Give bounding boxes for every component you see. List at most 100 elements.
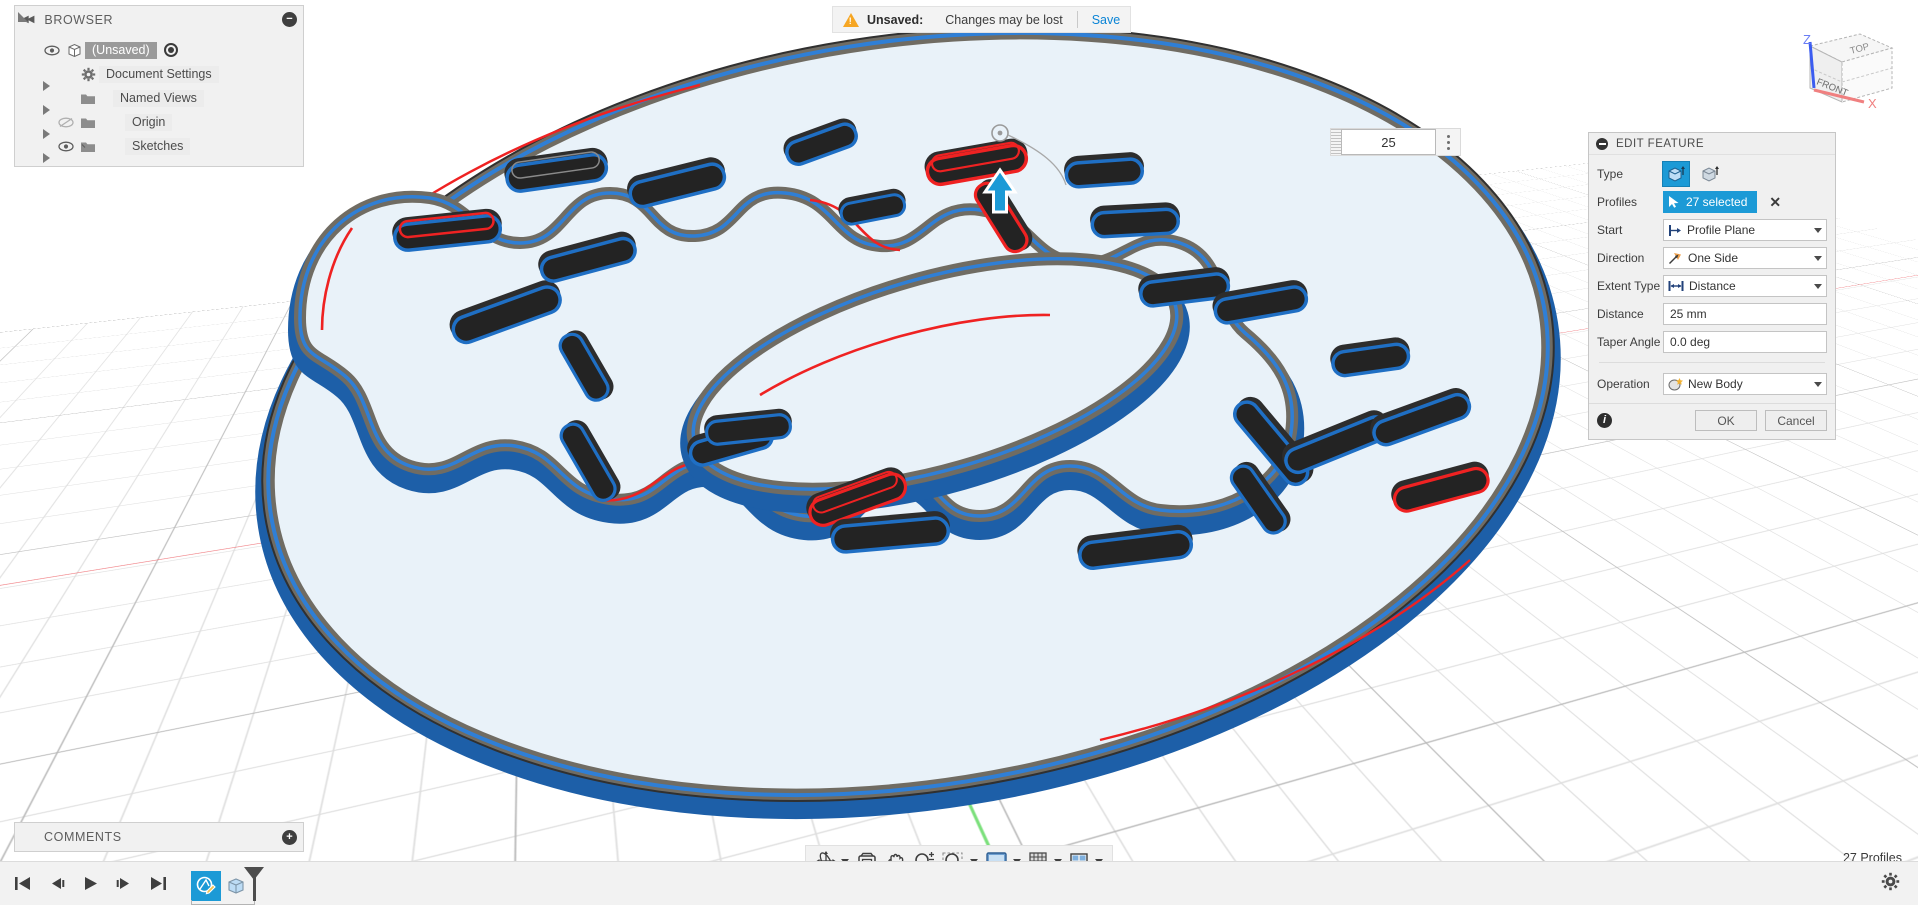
distance-value: 25 mm — [1670, 307, 1707, 321]
step-back-button[interactable] — [48, 876, 65, 891]
distance-manipulator-input-group[interactable] — [1330, 128, 1461, 156]
profiles-label: Profiles — [1597, 195, 1638, 209]
tree-item-unsaved[interactable]: (Unsaved) — [15, 38, 303, 62]
row-direction: Direction One Side — [1597, 245, 1827, 271]
activate-radio[interactable] — [163, 43, 178, 57]
tree-item-sketches[interactable]: Sketches — [29, 134, 303, 163]
gear-icon — [1881, 872, 1900, 890]
start-dropdown[interactable]: Profile Plane — [1663, 219, 1827, 241]
row-type: Type — [1597, 161, 1827, 187]
tree-label: Document Settings — [99, 65, 219, 83]
go-to-beginning-button[interactable] — [14, 876, 31, 891]
distance-value-input[interactable] — [1341, 129, 1436, 155]
chevron-down-icon[interactable] — [1814, 283, 1822, 289]
visibility-eye-hidden-icon[interactable] — [55, 113, 77, 131]
profiles-selection-button[interactable]: 27 selected — [1663, 191, 1758, 213]
row-taper-angle: Taper Angle 0.0 deg — [1597, 329, 1827, 355]
ok-button[interactable]: OK — [1695, 410, 1757, 431]
fusion-app-window: TOP FRONT Z X ◀◀ BROWSER − (Unsaved) Doc… — [0, 0, 1918, 905]
chevron-down-icon[interactable] — [1814, 227, 1822, 233]
edit-feature-body: Type Profiles 27 selected ✕ Start Profil… — [1589, 155, 1835, 403]
taper-angle-value: 0.0 deg — [1670, 335, 1711, 349]
skip-back-icon — [15, 877, 30, 890]
extrude-surface-icon[interactable] — [1697, 162, 1723, 186]
row-distance: Distance 25 mm — [1597, 301, 1827, 327]
taper-angle-input[interactable]: 0.0 deg — [1663, 331, 1827, 353]
play-button[interactable] — [82, 876, 99, 891]
distance-input[interactable]: 25 mm — [1663, 303, 1827, 325]
info-icon[interactable]: i — [1597, 413, 1612, 428]
skip-forward-icon — [151, 877, 166, 890]
direction-dropdown[interactable]: One Side — [1663, 247, 1827, 269]
tree-label: Origin — [125, 113, 173, 131]
visibility-eye-icon[interactable] — [41, 41, 63, 59]
row-extent-type: Extent Type Distance — [1597, 273, 1827, 299]
edit-feature-title: EDIT FEATURE — [1616, 137, 1704, 150]
unsaved-label: Unsaved: — [867, 12, 924, 27]
operation-value: New Body — [1688, 377, 1743, 391]
tree-item-origin[interactable]: Origin — [29, 110, 303, 139]
comments-title: COMMENTS — [44, 830, 122, 844]
unsaved-message: Changes may be lost — [945, 12, 1063, 27]
vertical-dots-icon[interactable] — [1436, 129, 1460, 155]
folder-icon — [77, 113, 99, 131]
profile-plane-icon — [1669, 224, 1681, 236]
tree-label: (Unsaved) — [85, 41, 157, 59]
slot-profile[interactable] — [1063, 151, 1145, 189]
edit-feature-header: EDIT FEATURE — [1589, 133, 1835, 155]
taper-angle-label: Taper Angle — [1597, 335, 1661, 349]
plus-circle-icon[interactable]: + — [282, 829, 297, 845]
slot-profile[interactable] — [1089, 202, 1180, 239]
drag-grip-icon[interactable] — [1331, 129, 1341, 155]
browser-tree: (Unsaved) Document Settings Named Views — [15, 33, 303, 166]
browser-panel: ◀◀ BROWSER − (Unsaved) Document Settings… — [14, 5, 304, 167]
chevron-down-icon[interactable] — [1814, 255, 1822, 261]
start-label: Start — [1597, 223, 1623, 237]
visibility-eye-icon[interactable] — [55, 137, 77, 155]
x-axis-label: X — [1868, 96, 1877, 111]
tree-item-document-settings[interactable]: Document Settings — [29, 62, 303, 91]
arrow-cursor-icon — [1669, 196, 1679, 208]
edit-feature-dialog: EDIT FEATURE Type Profiles 27 selected ✕… — [1588, 132, 1836, 440]
x-close-icon[interactable]: ✕ — [1769, 194, 1781, 211]
extent-type-label: Extent Type — [1597, 279, 1661, 293]
minus-circle-icon[interactable] — [1596, 137, 1608, 150]
row-start: Start Profile Plane — [1597, 217, 1827, 243]
timeline-controls — [14, 876, 167, 891]
browser-title: BROWSER — [44, 12, 114, 27]
timeline-group-underline — [191, 899, 255, 905]
operation-dropdown[interactable]: New Body — [1663, 373, 1827, 395]
body-cube-icon — [63, 41, 85, 59]
play-icon — [85, 877, 97, 890]
folder-sketch-icon — [77, 137, 99, 155]
direction-value: One Side — [1688, 251, 1739, 265]
z-axis-label: Z — [1803, 32, 1811, 47]
chevron-down-icon[interactable] — [1814, 381, 1822, 387]
sketch-icon — [196, 876, 216, 894]
divider — [1076, 11, 1078, 28]
step-forward-icon — [116, 878, 129, 889]
extent-type-dropdown[interactable]: Distance — [1663, 275, 1827, 297]
divider — [1599, 362, 1825, 363]
settings-gear-button[interactable] — [1881, 872, 1900, 896]
save-button[interactable]: Save — [1092, 13, 1121, 27]
view-cube[interactable]: TOP FRONT Z X — [1772, 16, 1904, 136]
comments-panel: COMMENTS + — [14, 822, 304, 852]
timeline-sketch-feature[interactable] — [191, 870, 221, 901]
tree-item-named-views[interactable]: Named Views — [29, 86, 303, 115]
direction-label: Direction — [1597, 251, 1645, 265]
go-to-end-button[interactable] — [150, 876, 167, 891]
new-body-icon — [1668, 378, 1683, 391]
tree-label: Sketches — [125, 137, 191, 155]
minus-circle-icon[interactable]: − — [282, 12, 297, 27]
tree-label: Named Views — [113, 89, 204, 107]
cancel-button[interactable]: Cancel — [1765, 410, 1827, 431]
timeline-features — [191, 866, 264, 905]
extrude-profile-icon[interactable] — [1662, 161, 1690, 187]
row-operation: Operation New Body — [1597, 371, 1827, 397]
timeline-marker-icon[interactable] — [244, 866, 264, 901]
one-side-arrow-icon — [1669, 252, 1681, 264]
step-forward-button[interactable] — [116, 876, 133, 891]
gear-icon — [77, 65, 99, 83]
